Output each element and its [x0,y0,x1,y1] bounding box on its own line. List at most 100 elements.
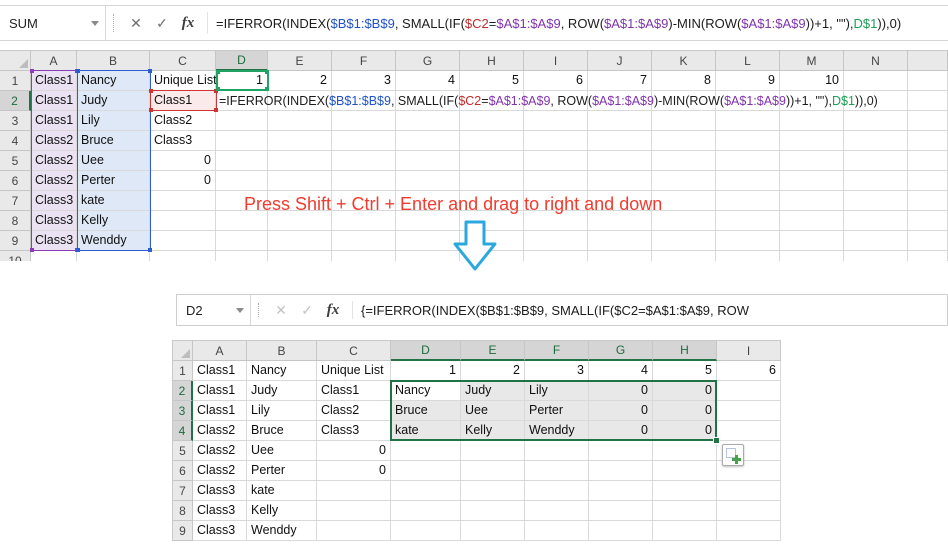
col-header-F[interactable]: F [332,51,396,71]
cell-M10[interactable] [780,251,844,261]
cell-D6[interactable] [391,461,461,481]
cell-H3[interactable]: 0 [653,401,717,421]
col-header-N[interactable]: N [844,51,908,71]
cell-D1[interactable]: 1 [216,71,268,91]
cell-M8[interactable] [780,211,844,231]
cell-G5[interactable] [589,441,653,461]
cell-N9[interactable] [844,231,908,251]
cell-C6[interactable]: 0 [317,461,391,481]
cell-D7[interactable] [391,481,461,501]
cell-F9[interactable] [525,521,589,541]
cell-L7[interactable] [716,191,780,211]
cell-L10[interactable] [716,251,780,261]
cell-D5[interactable] [391,441,461,461]
cell-E1[interactable]: 2 [461,361,525,381]
cell-E10[interactable] [268,251,332,261]
col-header-F[interactable]: F [525,341,589,361]
cell-A3[interactable]: Class1 [31,111,77,131]
cell-I2[interactable] [717,381,781,401]
cell-I10[interactable] [524,251,588,261]
cell-N8[interactable] [844,211,908,231]
cell-X1[interactable] [908,71,948,91]
col-header-C[interactable]: C [150,51,216,71]
cell-B8[interactable]: Kelly [247,501,317,521]
cell-H8[interactable] [653,501,717,521]
cell-X10[interactable] [908,251,948,261]
cell-H1[interactable]: 5 [460,71,524,91]
cell-K1[interactable]: 8 [652,71,716,91]
cell-H6[interactable] [460,171,524,191]
cell-B5[interactable]: Uee [77,151,150,171]
cell-B10[interactable] [77,251,150,261]
cell-M3[interactable] [780,111,844,131]
cell-E4[interactable]: Kelly [461,421,525,441]
cell-A1[interactable]: Class1 [31,71,77,91]
row-header-3[interactable]: 3 [173,401,193,421]
cell-E3[interactable] [268,111,332,131]
cell-C1[interactable]: Unique List [317,361,391,381]
cell-I4[interactable] [717,421,781,441]
cell-C9[interactable] [317,521,391,541]
cell-A2[interactable]: Class1 [31,91,77,111]
row-header-2[interactable]: 2 [0,91,31,111]
cell-D8[interactable] [391,501,461,521]
cell-G7[interactable] [589,481,653,501]
row-header-10[interactable]: 10 [0,251,31,261]
cell-X4[interactable] [908,131,948,151]
cell-G8[interactable] [589,501,653,521]
cell-I3[interactable] [524,111,588,131]
col-header-H[interactable]: H [460,51,524,71]
cell-I6[interactable] [524,171,588,191]
cell-K5[interactable] [652,151,716,171]
cell-J9[interactable] [588,231,652,251]
cell-D10[interactable] [216,251,268,261]
row-header-8[interactable]: 8 [0,211,31,231]
cell-B1[interactable]: Nancy [247,361,317,381]
cell-B1[interactable]: Nancy [77,71,150,91]
cell-F2[interactable]: Lily [525,381,589,401]
cell-B3[interactable]: Lily [247,401,317,421]
cell-J1[interactable]: 7 [588,71,652,91]
cell-F10[interactable] [332,251,396,261]
row-header-7[interactable]: 7 [173,481,193,501]
cell-E7[interactable] [461,481,525,501]
name-box-bottom[interactable]: D2 [177,295,251,325]
cell-B4[interactable]: Bruce [247,421,317,441]
col-header-G[interactable]: G [396,51,460,71]
cell-D4[interactable]: kate [391,421,461,441]
cell-G10[interactable] [396,251,460,261]
cell-X3[interactable] [908,111,948,131]
cell-A2[interactable]: Class1 [193,381,247,401]
col-header-B[interactable]: B [77,51,150,71]
cell-E6[interactable] [461,461,525,481]
cell-E8[interactable] [461,501,525,521]
cell-I1[interactable]: 6 [524,71,588,91]
cell-G9[interactable] [396,231,460,251]
cell-A8[interactable]: Class3 [193,501,247,521]
col-header-D[interactable]: D [391,341,461,361]
cell-A4[interactable]: Class2 [193,421,247,441]
cell-A3[interactable]: Class1 [193,401,247,421]
cell-X9[interactable] [908,231,948,251]
cell-H5[interactable] [653,441,717,461]
cell-D2[interactable]: Nancy [391,381,461,401]
cell-E5[interactable] [461,441,525,461]
cell-H3[interactable] [460,111,524,131]
row-header-9[interactable]: 9 [173,521,193,541]
row-header-4[interactable]: 4 [173,421,193,441]
cell-A5[interactable]: Class2 [193,441,247,461]
cell-B9[interactable]: Wenddy [77,231,150,251]
cell-I3[interactable] [717,401,781,421]
cell-F6[interactable] [332,171,396,191]
cell-K10[interactable] [652,251,716,261]
col-header-L[interactable]: L [716,51,780,71]
cell-C4[interactable]: Class3 [317,421,391,441]
cell-G6[interactable] [589,461,653,481]
cell-A9[interactable]: Class3 [31,231,77,251]
cell-A1[interactable]: Class1 [193,361,247,381]
col-header-J[interactable]: J [588,51,652,71]
col-header-G[interactable]: G [589,341,653,361]
cell-C4[interactable]: Class3 [150,131,216,151]
row-header-1[interactable]: 1 [173,361,193,381]
cell-B9[interactable]: Wenddy [247,521,317,541]
